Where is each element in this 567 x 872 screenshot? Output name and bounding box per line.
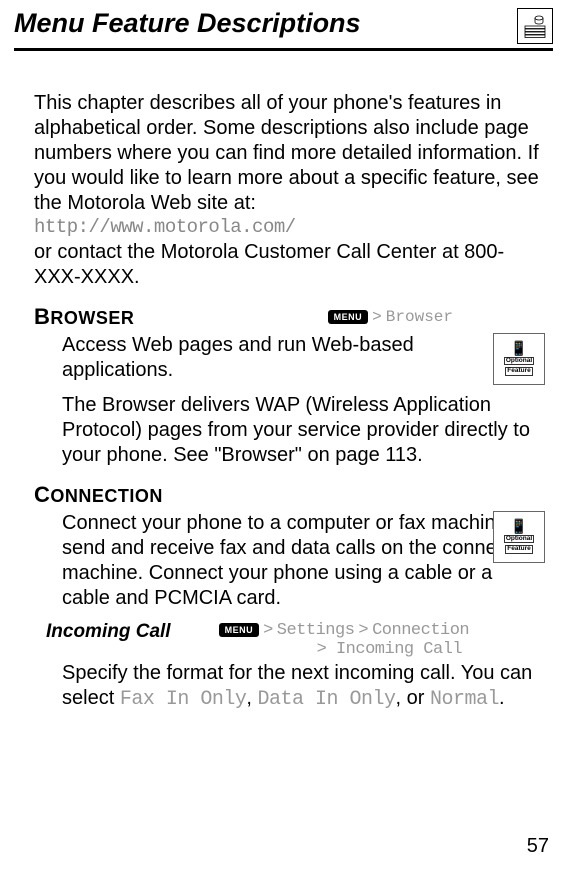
intro-url: http://www.motorola.com/ [14, 216, 553, 240]
path-sep: > [372, 308, 382, 326]
incoming-desc: Specify the format for the next incoming… [34, 661, 553, 712]
path-sep: > [263, 621, 273, 640]
incoming-opt-normal: Normal [430, 688, 499, 711]
heading-cap: B [34, 304, 50, 329]
optional-feature-icon: 📱 Optional Feature [493, 511, 545, 563]
connection-desc-1: Connect your phone to a computer or fax … [34, 511, 553, 611]
heading-rest: ROWSER [50, 308, 134, 328]
feature-connection-heading: CONNECTION [34, 482, 163, 508]
path-connection: Connection [372, 621, 469, 640]
path-sep: > [317, 640, 327, 659]
menu-badge-icon: MENU [219, 623, 260, 637]
menu-badge-icon: MENU [328, 310, 369, 324]
title-divider [14, 48, 553, 51]
heading-cap: C [34, 482, 50, 507]
path-incoming-call: Incoming Call [336, 640, 462, 659]
path-settings: Settings [277, 621, 355, 640]
heading-rest: ONNECTION [50, 486, 163, 506]
intro-paragraph-1: This chapter describes all of your phone… [14, 91, 553, 216]
intro-paragraph-2: or contact the Motorola Customer Call Ce… [14, 240, 553, 290]
browser-desc-1: Access Web pages and run Web-based appli… [34, 333, 553, 383]
sep-comma: , [246, 687, 257, 709]
incoming-opt-fax: Fax In Only [120, 688, 247, 711]
feature-browser-heading: BROWSER [34, 304, 134, 330]
sep-or: , or [396, 687, 430, 709]
browser-desc-2: The Browser delivers WAP (Wireless Appli… [34, 393, 553, 468]
incoming-opt-data: Data In Only [257, 688, 395, 711]
path-sep: > [358, 621, 368, 640]
sep-period: . [499, 687, 505, 709]
page-number: 57 [527, 835, 549, 858]
sub-feature-incoming-heading: Incoming Call [46, 621, 171, 643]
phonebook-icon [517, 8, 553, 44]
page-title: Menu Feature Descriptions [14, 8, 361, 39]
path-browser: Browser [386, 308, 453, 326]
